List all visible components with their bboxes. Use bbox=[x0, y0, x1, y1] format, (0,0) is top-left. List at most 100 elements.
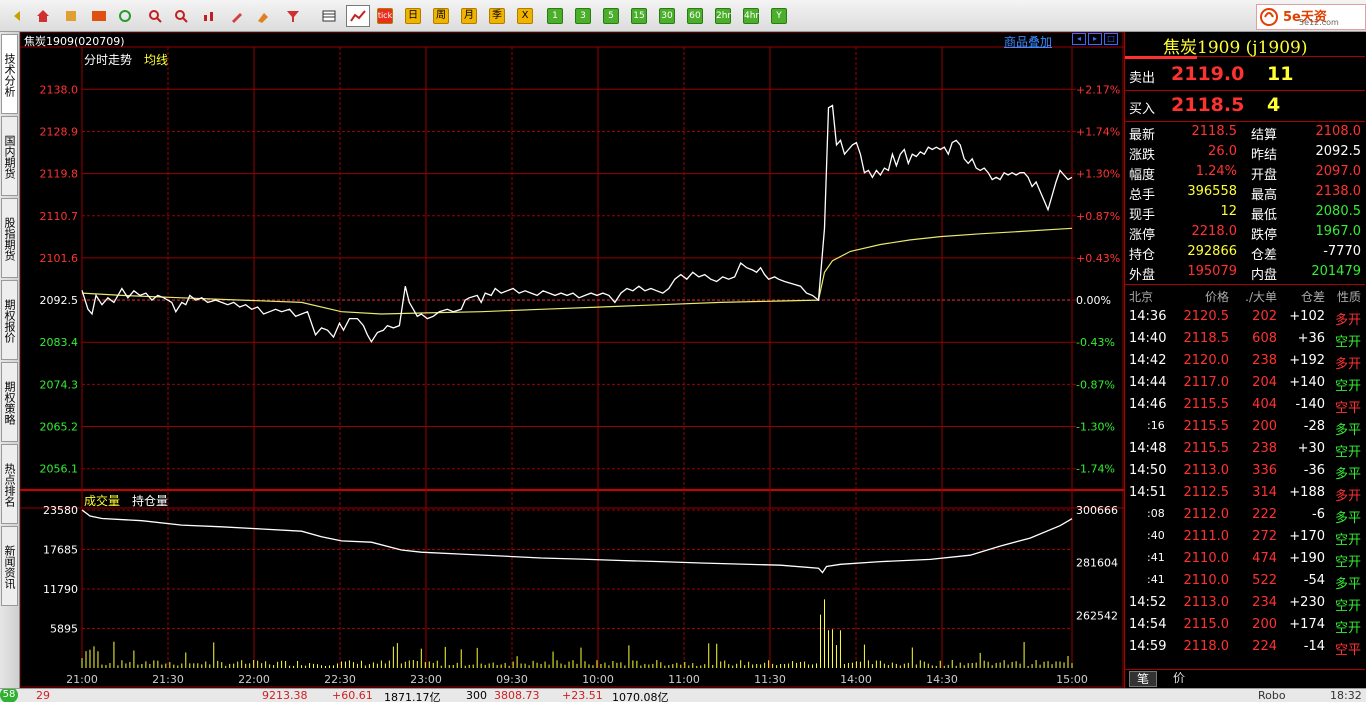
quote-label: 总手 bbox=[1129, 188, 1156, 203]
period-button-10[interactable]: 60 bbox=[686, 7, 704, 25]
quote-label: 涨停 bbox=[1129, 228, 1156, 243]
tick-time: 14:52 bbox=[1129, 595, 1167, 610]
trend-icon[interactable] bbox=[346, 5, 370, 27]
tick-type: 多平 bbox=[1334, 577, 1361, 592]
table-icon[interactable] bbox=[320, 7, 338, 25]
quote-value: 2138.0 bbox=[1315, 184, 1362, 199]
tick-time: :16 bbox=[1147, 419, 1165, 432]
quote-value: 396558 bbox=[1187, 184, 1237, 199]
left-tab-0[interactable]: 技术分析 bbox=[1, 34, 18, 114]
quote-row: 涨跌 26.0 昨结 2092.5 bbox=[1125, 142, 1365, 163]
period-button-5[interactable]: 1 bbox=[546, 7, 564, 25]
tick-row: :16 2115.5 200 -28 多平 bbox=[1125, 416, 1365, 438]
period-button-6[interactable]: 3 bbox=[574, 7, 592, 25]
quote-label: 最高 bbox=[1251, 188, 1278, 203]
bid-volume: 4 bbox=[1267, 94, 1281, 116]
refresh-icon[interactable] bbox=[116, 7, 134, 25]
home-icon[interactable] bbox=[34, 7, 52, 25]
tick-time: :08 bbox=[1147, 507, 1165, 520]
tick-oi: +174 bbox=[1289, 617, 1325, 632]
vol-tick-label: 17685 bbox=[43, 544, 78, 557]
quote-row: 涨停 2218.0 跌停 1967.0 bbox=[1125, 222, 1365, 243]
tick-price: 2120.0 bbox=[1183, 353, 1230, 368]
tick-oi: -54 bbox=[1303, 573, 1325, 588]
tick-price: 2110.0 bbox=[1183, 573, 1230, 588]
brand-domain: 5e12.com bbox=[1299, 18, 1339, 27]
oi-tick-label: 262542 bbox=[1076, 609, 1118, 622]
ticks-header-cell: 价格 bbox=[1204, 290, 1229, 304]
y-right-tick-label: -1.74% bbox=[1076, 463, 1115, 476]
tick-price: 2117.0 bbox=[1183, 375, 1230, 390]
left-tab-3[interactable]: 期权报价 bbox=[1, 280, 18, 360]
tick-vol: 222 bbox=[1252, 507, 1277, 522]
period-button-7[interactable]: 5 bbox=[602, 7, 620, 25]
list-icon[interactable] bbox=[62, 7, 80, 25]
tick-type: 多开 bbox=[1334, 489, 1361, 504]
tab-ticks[interactable]: 笔 bbox=[1129, 671, 1157, 687]
y-tick-label: 2110.7 bbox=[40, 210, 79, 223]
chart-icon[interactable] bbox=[200, 7, 218, 25]
x-tick-label: 21:00 bbox=[66, 673, 98, 686]
quote-value: 26.0 bbox=[1208, 144, 1237, 159]
zoom-in-icon[interactable] bbox=[146, 7, 164, 25]
ask-label: 卖出 bbox=[1129, 71, 1156, 86]
period-button-0[interactable]: 日 bbox=[404, 7, 422, 25]
status-robo: Robo bbox=[1258, 689, 1286, 702]
left-tab-2[interactable]: 股指期货 bbox=[1, 198, 18, 278]
nav-next-icon[interactable]: ▸ bbox=[1088, 33, 1102, 45]
tv-icon[interactable] bbox=[90, 7, 108, 25]
y-right-tick-label: -1.30% bbox=[1076, 421, 1115, 434]
zoom-out-icon[interactable] bbox=[172, 7, 190, 25]
period-button-8[interactable]: 15 bbox=[630, 7, 648, 25]
tick-price: 2112.5 bbox=[1183, 485, 1230, 500]
period-button-3[interactable]: 季 bbox=[488, 7, 506, 25]
tick-oi: -14 bbox=[1303, 639, 1325, 654]
period-button-11[interactable]: 2hr bbox=[714, 7, 732, 25]
period-button-12[interactable]: 4hr bbox=[742, 7, 760, 25]
left-tab-1[interactable]: 国内期货 bbox=[1, 116, 18, 196]
mode-label: 分时走势 bbox=[84, 53, 133, 67]
tick-price: 2113.0 bbox=[1183, 595, 1230, 610]
intraday-chart[interactable]: 2138.0 +2.17% 2128.9 +1.74% 2119.8 +1.30% 2110… bbox=[20, 32, 1124, 688]
period-button-9[interactable]: 30 bbox=[658, 7, 676, 25]
period-button-2[interactable]: 月 bbox=[460, 7, 478, 25]
status-value-1: 9213.38 bbox=[262, 689, 308, 702]
back-icon[interactable] bbox=[8, 7, 26, 25]
period-button-4[interactable]: X bbox=[516, 7, 534, 25]
nav-expand-icon[interactable]: □ bbox=[1104, 33, 1118, 45]
tick-oi: -36 bbox=[1303, 463, 1325, 478]
status-badge[interactable]: 58 bbox=[0, 689, 18, 702]
left-tab-6[interactable]: 新闻资讯 bbox=[1, 526, 18, 606]
toolbar: tick 日周月季 X 1 3 5 15 30 60 2hr 4hr Y 5e天资 5e12.com bbox=[0, 0, 1366, 32]
quote-value: -7770 bbox=[1323, 244, 1361, 259]
status-clock: 18:32 bbox=[1330, 689, 1362, 702]
period-button-13[interactable]: Y bbox=[770, 7, 788, 25]
tick-row: 14:54 2115.0 200 +174 空开 bbox=[1125, 614, 1365, 636]
status-amount-2: 1070.08亿 bbox=[612, 691, 669, 702]
filter-icon[interactable] bbox=[284, 7, 302, 25]
period-button-1[interactable]: 周 bbox=[432, 7, 450, 25]
tick-price: 2111.0 bbox=[1183, 529, 1230, 544]
overlay-link[interactable]: 商品叠加 bbox=[1004, 33, 1052, 50]
quote-row: 外盘 195079 内盘 201479 bbox=[1125, 262, 1365, 283]
quote-label: 仓差 bbox=[1251, 248, 1278, 263]
tick-vol: 200 bbox=[1252, 617, 1277, 632]
tab-price[interactable]: 价 bbox=[1165, 671, 1193, 687]
tick-oi: +102 bbox=[1289, 309, 1325, 324]
quote-value: 201479 bbox=[1311, 264, 1361, 279]
tick-row: 14:51 2112.5 314 +188 多开 bbox=[1125, 482, 1365, 504]
tick-icon[interactable]: tick bbox=[376, 7, 394, 25]
highlighter-icon[interactable] bbox=[254, 7, 272, 25]
nav-prev-icon[interactable]: ◂ bbox=[1072, 33, 1086, 45]
left-tab-5[interactable]: 热点排名 bbox=[1, 444, 18, 524]
ticks-header-cell: 北京 bbox=[1129, 290, 1154, 304]
tick-price: 2112.0 bbox=[1183, 507, 1230, 522]
draw-icon[interactable] bbox=[228, 7, 246, 25]
left-tab-4[interactable]: 期权策略 bbox=[1, 362, 18, 442]
vol-tick-label: 11790 bbox=[43, 583, 78, 596]
y-tick-label: 2101.6 bbox=[40, 252, 79, 265]
tick-oi: +192 bbox=[1289, 353, 1325, 368]
tick-type: 多开 bbox=[1334, 357, 1361, 372]
quote-label: 结算 bbox=[1251, 128, 1278, 143]
x-tick-label: 21:30 bbox=[152, 673, 184, 686]
